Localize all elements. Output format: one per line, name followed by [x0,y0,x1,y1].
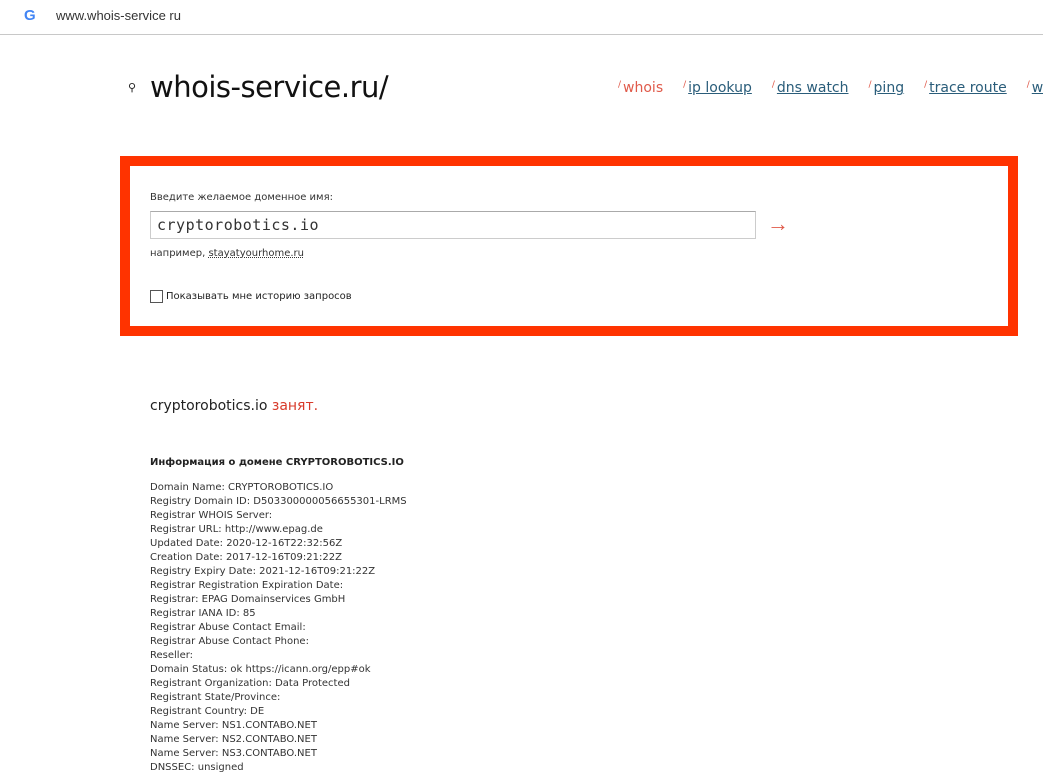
whois-line: Creation Date: 2017-12-16T09:21:22Z [150,552,342,563]
whois-line: Registrar: EPAG Domainservices GmbH [150,594,346,605]
nav-item: / whois [618,80,663,96]
domain-status: cryptorobotics.io занят. [150,398,318,414]
whois-line: Domain Name: CRYPTOROBOTICS.IO [150,482,334,493]
whois-line: DNSSEC: unsigned [150,762,244,773]
nav-link-whois[interactable]: whois [623,80,663,96]
whois-record: Domain Name: CRYPTOROBOTICS.IO Registry D… [150,481,407,775]
whois-line: Name Server: NS2.CONTABO.NET [150,734,317,745]
whois-line: Registrar IANA ID: 85 [150,608,256,619]
domain-input[interactable] [150,211,756,239]
nav-link-ip-lookup[interactable]: ip lookup [688,80,752,96]
info-title: Информация о домене CRYPTOROBOTICS.IO [150,457,404,468]
whois-line: Registrar Abuse Contact Phone: [150,636,309,647]
nav-link-dns-watch[interactable]: dns watch [777,80,849,96]
whois-line: Registrant State/Province: [150,692,281,703]
history-checkbox[interactable] [150,290,163,303]
whois-line: Registry Domain ID: D503300000056655301-… [150,496,407,507]
browser-bar: G www.whois-service ru [0,0,1043,35]
slash-mark: / [924,80,928,90]
nav-link-ping[interactable]: ping [874,80,905,96]
nav-item: / dns watch [772,80,849,96]
whois-line: Domain Status: ok https://icann.org/epp#… [150,664,371,675]
whois-line: Registrar Registration Expiration Date: [150,580,344,591]
nav-link-wha[interactable]: wha [1032,80,1043,96]
example-link[interactable]: stayatyourhome.ru [208,248,304,259]
search-icon: ⚲ [128,81,137,94]
site-logo[interactable]: whois-service.ru/ [150,70,389,104]
slash-mark: / [868,80,872,90]
status-domain: cryptorobotics.io [150,398,268,414]
whois-line: Updated Date: 2020-12-16T22:32:56Z [150,538,343,549]
nav-link-trace-route[interactable]: trace route [929,80,1007,96]
whois-line: Name Server: NS1.CONTABO.NET [150,720,317,731]
example-hint: например, stayatyourhome.ru [150,248,304,259]
search-form-highlight [120,156,1018,336]
history-label: Показывать мне историю запросов [166,291,352,302]
nav-item: /wha [1027,80,1043,96]
whois-line: Reseller: [150,650,194,661]
whois-line: Registry Expiry Date: 2021-12-16T09:21:2… [150,566,376,577]
whois-line: Registrant Organization: Data Protected [150,678,350,689]
google-icon: G [24,7,36,24]
slash-mark: / [1026,80,1030,90]
address-bar[interactable]: www.whois-service ru [56,8,181,23]
nav-item: / trace route [924,80,1007,96]
domain-label: Введите желаемое доменное имя: [150,192,333,203]
nav-item: / ping [869,80,905,96]
nav-item: / ip lookup [683,80,752,96]
whois-line: Registrar Abuse Contact Email: [150,622,306,633]
slash-mark: / [683,80,687,90]
history-checkbox-row[interactable]: Показывать мне историю запросов [150,290,352,303]
submit-arrow-button[interactable]: → [767,211,789,237]
main-nav: / whois / ip lookup / dns watch / ping / trace ro… [618,80,1043,96]
whois-line: Registrar URL: http://www.epag.de [150,524,323,535]
status-badge: занят. [271,398,319,414]
example-prefix: например, [150,248,206,259]
slash-mark: / [771,80,775,90]
whois-line: Registrant Country: DE [150,706,265,717]
slash-mark: / [618,80,622,90]
whois-line: Name Server: NS3.CONTABO.NET [150,748,317,759]
whois-line: Registrar WHOIS Server: [150,510,273,521]
